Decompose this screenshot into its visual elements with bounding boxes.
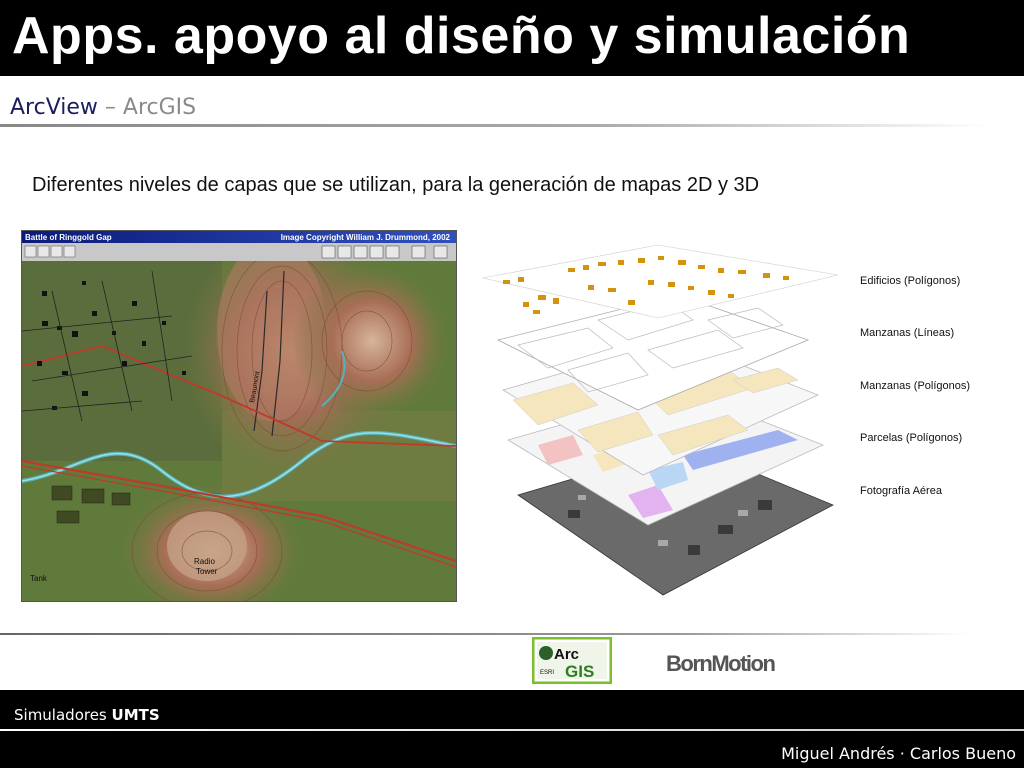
title-bar: Apps. apoyo al diseño y simulación (0, 0, 1024, 76)
pointer-icon[interactable] (37, 245, 50, 258)
footer-course: Simuladores UMTS (14, 706, 160, 724)
footer-course-prefix: Simuladores (14, 706, 112, 724)
topographic-map-window: Radio Tower Tank Beaumont Battle of Ring… (21, 230, 457, 602)
layer-icon-4[interactable] (369, 245, 384, 259)
print-icon[interactable] (63, 245, 76, 258)
arcgis-logo: Arc ESRI GIS (531, 636, 613, 685)
layer-stack-image (482, 244, 839, 596)
map-label-tank: Tank (30, 574, 48, 583)
content-divider (0, 633, 970, 635)
layer-icon-1[interactable] (321, 245, 336, 259)
slide-title: Apps. apoyo al diseño y simulación (12, 7, 911, 65)
subtitle-divider (0, 124, 990, 127)
layer-icon-2[interactable] (337, 245, 352, 259)
pan-icon[interactable] (50, 245, 63, 258)
map-label-tower: Tower (196, 567, 218, 576)
subtitle-arcgis: ArcGIS (122, 95, 197, 120)
layer-label-block-lines: Manzanas (Líneas) (860, 327, 955, 339)
globe-icon (539, 646, 553, 660)
layer-label-parcels: Parcelas (Polígonos) (860, 432, 963, 444)
footer-authors: Miguel Andrés · Carlos Bueno (781, 744, 1016, 763)
layer-label-aerial-photo: Fotografía Aérea (860, 485, 942, 497)
footer-course-bold: UMTS (111, 706, 160, 724)
subtitle-arcview: ArcView (10, 95, 98, 120)
arcgis-logo-esri: ESRI (540, 670, 554, 676)
map-image: Radio Tower Tank Beaumont Battle of Ring… (22, 231, 456, 601)
slide-description: Diferentes niveles de capas que se utili… (32, 174, 760, 196)
footer-divider (0, 729, 1024, 731)
slide-subtitle: ArcView – ArcGIS (10, 95, 196, 120)
layer-label-buildings: Edificios (Polígonos) (860, 275, 961, 287)
arcgis-logo-arc: Arc (554, 646, 579, 663)
layer-buildings (482, 244, 839, 319)
map-window-copyright: Image Copyright William J. Drummond, 200… (281, 233, 451, 242)
map-label-radio: Radio (194, 557, 215, 566)
close-icon[interactable] (433, 245, 448, 259)
layer-stack-illustration (478, 240, 868, 600)
subtitle-separator: – (97, 95, 123, 120)
eye-icon[interactable] (411, 245, 426, 259)
layer-icon-3[interactable] (353, 245, 368, 259)
layer-label-block-polygons: Manzanas (Polígonos) (860, 380, 971, 392)
zoom-icon[interactable] (24, 245, 37, 258)
bornmotion-logo: BornMotion (666, 651, 776, 676)
map-window-title: Battle of Ringgold Gap (25, 233, 112, 242)
layer-icon-5[interactable] (385, 245, 400, 259)
arcgis-logo-gis: GIS (565, 662, 594, 681)
